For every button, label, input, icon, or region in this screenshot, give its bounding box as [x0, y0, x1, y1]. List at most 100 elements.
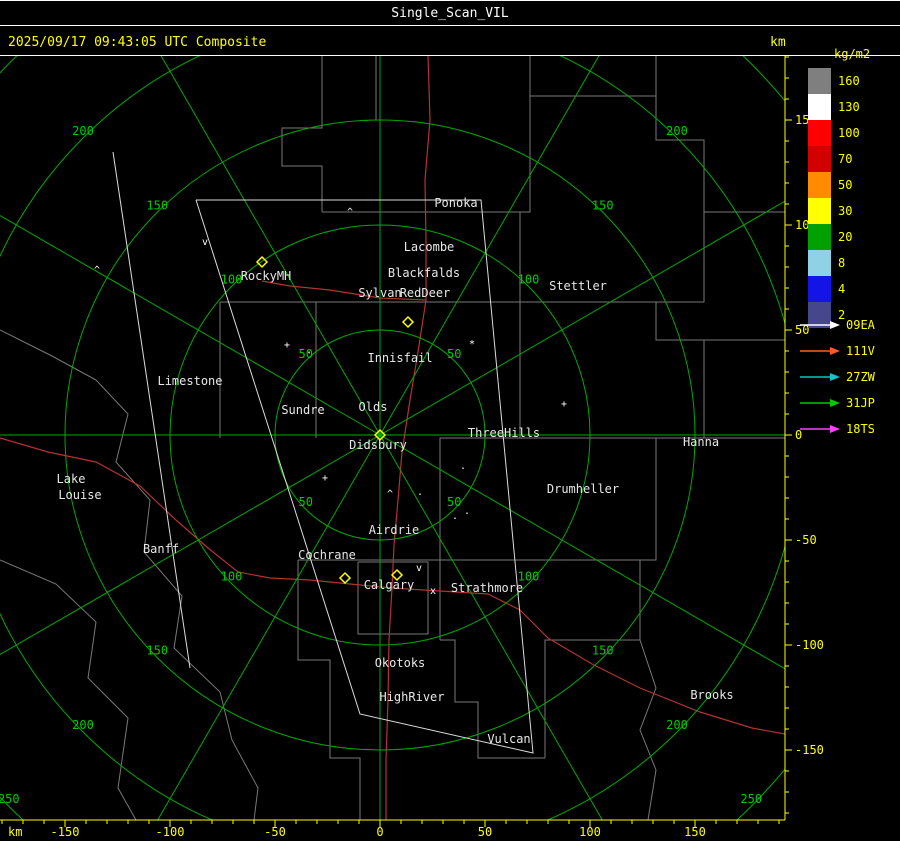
colorbar-swatch: [808, 224, 831, 250]
colorbar-value-label: 4: [838, 282, 845, 296]
colorbar-swatch: [808, 276, 831, 302]
colorbar-value-label: 30: [838, 204, 852, 218]
range-ring-label: 50: [447, 495, 461, 509]
colorbar-swatch: [808, 146, 831, 172]
x-tick-label: 150: [684, 825, 706, 839]
radar-id-label: 09EA: [846, 318, 876, 332]
town-marker: .: [452, 511, 458, 522]
range-ring-label: 150: [592, 644, 614, 658]
range-ring-label: 200: [666, 718, 688, 732]
radar-legend-arrowhead-icon: [830, 347, 840, 355]
colorbar-unit-label: kg/m2: [834, 47, 870, 61]
range-ring-label: 150: [592, 198, 614, 212]
colorbar-swatch: [808, 250, 831, 276]
x-tick-label: 0: [376, 825, 383, 839]
radar-id-label: 27ZW: [846, 370, 876, 384]
colorbar-swatch: [808, 94, 831, 120]
x-tick-label: -150: [51, 825, 80, 839]
city-label: Drumheller: [547, 482, 619, 496]
colorbar-swatch: [808, 302, 831, 328]
range-ring-label: 100: [221, 273, 243, 287]
colorbar-value-label: 8: [838, 256, 845, 270]
range-ring-label: 50: [447, 347, 461, 361]
city-label: Blackfalds: [388, 266, 460, 280]
colorbar-swatch: [808, 198, 831, 224]
town-marker: v: [416, 563, 422, 574]
county-boundary: [0, 559, 137, 820]
radar-id-label: 31JP: [846, 396, 875, 410]
city-label: Hanna: [683, 435, 719, 449]
county-boundary: [297, 560, 361, 820]
x-tick-label: -100: [156, 825, 185, 839]
city-label: Lacombe: [404, 240, 455, 254]
y-tick-label: -50: [795, 533, 817, 547]
town-marker: *: [469, 339, 475, 350]
county-boundary: [0, 329, 97, 381]
city-label: Vulcan: [487, 732, 530, 746]
range-ring-label: 200: [72, 718, 94, 732]
y-tick-label: -100: [795, 638, 824, 652]
radar-map-display: 50 5050 50100 100100 100150 150150 150200 20020…: [0, 47, 876, 839]
county-boundary: [639, 639, 657, 820]
azimuth-line: [160, 56, 381, 436]
county-boundary: [655, 212, 785, 341]
town-marker: .: [417, 487, 423, 498]
city-label: Lake: [57, 472, 86, 486]
city-label: RedDeer: [400, 286, 451, 300]
town-marker: ^: [347, 207, 353, 218]
city-label: Cochrane: [298, 548, 356, 562]
range-ring-label: 150: [146, 198, 168, 212]
radar-id-label: 111V: [846, 344, 875, 358]
range-ring-label: 50: [299, 495, 313, 509]
colorbar-value-label: 2: [838, 308, 845, 322]
colorbar-value-label: 50: [838, 178, 852, 192]
azimuth-line: [379, 434, 785, 670]
azimuth-line: [379, 56, 600, 436]
colorbar-swatch: [808, 120, 831, 146]
city-label: Banff: [143, 542, 179, 556]
city-label: Airdrie: [369, 523, 420, 537]
city-label: Okotoks: [375, 656, 426, 670]
town-marker: x: [430, 586, 436, 597]
city-label: ThreeHills: [468, 426, 540, 440]
town-marker: +: [284, 340, 290, 351]
highway-line: [0, 437, 393, 589]
town-marker: +: [561, 399, 567, 410]
city-label: Louise: [58, 488, 101, 502]
range-ring-label: 100: [221, 569, 243, 583]
radar-legend-arrowhead-icon: [830, 399, 840, 407]
city-label: Innisfail: [367, 351, 432, 365]
y-tick-label: 0: [795, 428, 802, 442]
city-label: Stettler: [549, 279, 607, 293]
range-ring-label: 150: [146, 644, 168, 658]
county-boundary: [530, 56, 657, 97]
radar-id-label: 18TS: [846, 422, 875, 436]
city-label: Ponoka: [434, 196, 477, 210]
colorbar-value-label: 100: [838, 126, 860, 140]
city-label: Olds: [359, 400, 388, 414]
city-label: Limestone: [157, 374, 222, 388]
range-ring-label: 250: [740, 792, 762, 806]
radar-legend-arrowhead-icon: [830, 321, 840, 329]
county-boundary: [95, 379, 259, 820]
town-marker: +: [322, 473, 328, 484]
x-tick-label: 100: [579, 825, 601, 839]
county-boundary: [655, 96, 785, 213]
town-marker: ^: [387, 489, 393, 500]
city-label: Sundre: [281, 403, 324, 417]
colorbar-value-label: 20: [838, 230, 852, 244]
range-ring-label: 200: [72, 124, 94, 138]
county-boundary: [519, 56, 531, 302]
colorbar-value-label: 130: [838, 100, 860, 114]
town-marker: .: [306, 345, 312, 356]
colorbar-swatch: [808, 68, 831, 94]
map-layers: 50 5050 50100 100100 100150 150150 150200 20020…: [0, 56, 785, 820]
radar-legend-arrowhead-icon: [830, 425, 840, 433]
city-label: Sylvan: [358, 286, 401, 300]
radar-legend-arrowhead-icon: [830, 373, 840, 381]
x-axis-unit-label: km: [8, 825, 22, 839]
y-tick-label: -150: [795, 743, 824, 757]
town-marker: .: [460, 461, 466, 472]
city-label: Brooks: [690, 688, 733, 702]
x-tick-label: 50: [478, 825, 492, 839]
